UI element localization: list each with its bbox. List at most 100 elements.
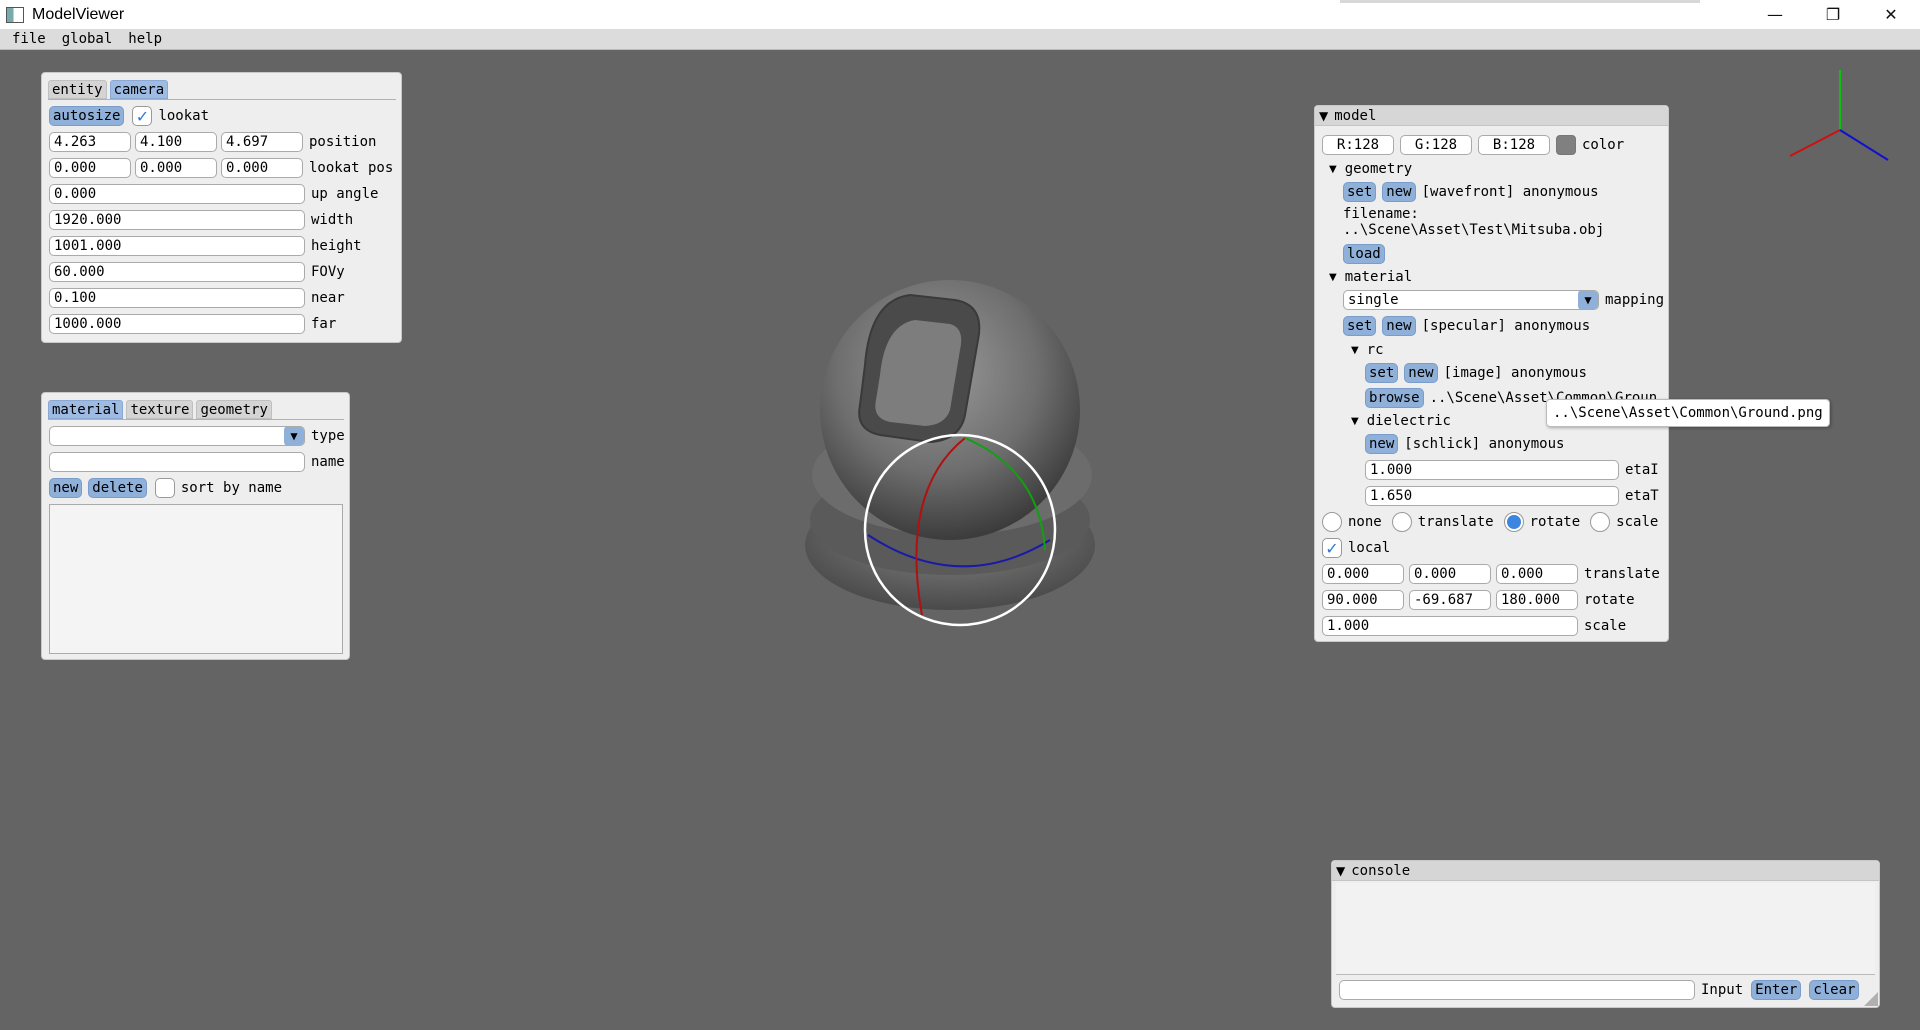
material-title[interactable]: material xyxy=(1345,269,1412,285)
geometry-set-button[interactable]: set xyxy=(1343,182,1377,202)
position-x-input[interactable]: 4.263 xyxy=(49,132,131,152)
sort-by-name-label: sort by name xyxy=(180,480,283,496)
mode-none-label: none xyxy=(1348,514,1382,530)
load-button[interactable]: load xyxy=(1343,244,1385,264)
console-input[interactable] xyxy=(1339,980,1695,1000)
height-label: height xyxy=(311,238,362,254)
console-header[interactable]: ▼ console xyxy=(1332,861,1879,881)
etaI-input[interactable]: 1.000 xyxy=(1365,460,1619,480)
app-icon xyxy=(6,6,24,23)
tab-geometry[interactable]: geometry xyxy=(196,400,272,419)
resource-panel: material texture geometry ▼ type name ne… xyxy=(41,392,350,660)
dielectric-title[interactable]: dielectric xyxy=(1367,413,1451,429)
mode-translate-label: translate xyxy=(1417,514,1494,530)
clear-button[interactable]: clear xyxy=(1809,980,1860,1000)
close-button[interactable]: ✕ xyxy=(1862,0,1920,29)
width-input[interactable]: 1920.000 xyxy=(49,210,305,230)
tab-entity[interactable]: entity xyxy=(48,80,107,99)
model-object[interactable] xyxy=(805,280,1095,610)
material-new-button[interactable]: new xyxy=(1382,316,1416,336)
type-dropdown[interactable]: ▼ xyxy=(49,426,305,446)
color-b-input[interactable]: B:128 xyxy=(1478,135,1550,155)
geometry-title[interactable]: geometry xyxy=(1345,161,1412,177)
geometry-new-button[interactable]: new xyxy=(1382,182,1416,202)
rc-title[interactable]: rc xyxy=(1367,342,1384,358)
color-swatch[interactable] xyxy=(1556,135,1576,155)
autosize-button[interactable]: autosize xyxy=(49,106,125,126)
etaT-input[interactable]: 1.650 xyxy=(1365,486,1619,506)
maximize-button[interactable]: ❐ xyxy=(1804,0,1862,29)
up-angle-input[interactable]: 0.000 xyxy=(49,184,305,204)
height-input[interactable]: 1001.000 xyxy=(49,236,305,256)
mode-none-radio[interactable] xyxy=(1322,512,1342,532)
rc-set-button[interactable]: set xyxy=(1365,363,1399,383)
menu-file[interactable]: file xyxy=(12,31,46,47)
lookat-z-input[interactable]: 0.000 xyxy=(221,158,303,178)
chevron-down-icon[interactable]: ▼ xyxy=(284,427,304,445)
color-r-input[interactable]: R:128 xyxy=(1322,135,1394,155)
console-panel: ▼ console Input Enter clear xyxy=(1331,860,1880,1008)
rotate-x-input[interactable]: 90.000 xyxy=(1322,590,1404,610)
console-title: console xyxy=(1351,862,1411,879)
sort-by-name-checkbox[interactable] xyxy=(154,478,175,498)
mode-scale-label: scale xyxy=(1616,514,1659,530)
console-input-label: Input xyxy=(1701,982,1744,998)
collapse-arrow-icon[interactable]: ▼ xyxy=(1319,109,1328,123)
mapping-label: mapping xyxy=(1605,292,1665,308)
mode-translate-radio[interactable] xyxy=(1391,512,1412,532)
tab-material[interactable]: material xyxy=(48,400,124,419)
chevron-down-icon[interactable]: ▼ xyxy=(1578,291,1598,309)
new-button[interactable]: new xyxy=(49,478,83,498)
menu-global[interactable]: global xyxy=(62,31,113,47)
delete-button[interactable]: delete xyxy=(88,478,147,498)
model-header[interactable]: ▼ model xyxy=(1315,106,1668,126)
rc-arrow-icon[interactable]: ▼ xyxy=(1351,345,1359,356)
fovy-input[interactable]: 60.000 xyxy=(49,262,305,282)
enter-button[interactable]: Enter xyxy=(1751,980,1802,1000)
rotate-y-input[interactable]: -69.687 xyxy=(1409,590,1491,610)
mode-scale-radio[interactable] xyxy=(1590,512,1611,532)
resize-grip[interactable] xyxy=(1864,992,1878,1006)
translate-x-input[interactable]: 0.000 xyxy=(1322,564,1404,584)
rc-new-button[interactable]: new xyxy=(1404,363,1438,383)
material-set-button[interactable]: set xyxy=(1343,316,1377,336)
lookat-x-input[interactable]: 0.000 xyxy=(49,158,131,178)
local-label: local xyxy=(1348,540,1391,556)
minimize-button[interactable]: — xyxy=(1746,0,1804,29)
tab-texture[interactable]: texture xyxy=(126,400,194,419)
mode-rotate-radio[interactable] xyxy=(1503,512,1524,532)
color-g-input[interactable]: G:128 xyxy=(1400,135,1472,155)
scale-input[interactable]: 1.000 xyxy=(1322,616,1578,636)
etaI-label: etaI xyxy=(1625,462,1659,478)
position-y-input[interactable]: 4.100 xyxy=(135,132,217,152)
rotate-z-input[interactable]: 180.000 xyxy=(1496,590,1578,610)
lookat-y-input[interactable]: 0.000 xyxy=(135,158,217,178)
translate-y-input[interactable]: 0.000 xyxy=(1409,564,1491,584)
mode-rotate-label: rotate xyxy=(1529,514,1581,530)
near-input[interactable]: 0.100 xyxy=(49,288,305,308)
title-bar-shadow xyxy=(1340,0,1700,3)
translate-z-input[interactable]: 0.000 xyxy=(1496,564,1578,584)
geometry-arrow-icon[interactable]: ▼ xyxy=(1329,164,1337,175)
dielectric-arrow-icon[interactable]: ▼ xyxy=(1351,416,1359,427)
position-z-input[interactable]: 4.697 xyxy=(221,132,303,152)
type-label: type xyxy=(311,428,345,444)
tab-camera[interactable]: camera xyxy=(109,80,169,99)
dielectric-new-button[interactable]: new xyxy=(1365,434,1399,454)
far-label: far xyxy=(311,316,337,332)
collapse-arrow-icon[interactable]: ▼ xyxy=(1336,864,1345,878)
model-title: model xyxy=(1334,107,1377,124)
dielectric-desc: [schlick] anonymous xyxy=(1404,436,1565,452)
lookat-checkbox[interactable]: ✓ xyxy=(132,106,153,126)
menu-help[interactable]: help xyxy=(128,31,162,47)
resource-list[interactable] xyxy=(49,504,343,654)
material-arrow-icon[interactable]: ▼ xyxy=(1329,272,1337,283)
local-checkbox[interactable]: ✓ xyxy=(1322,538,1342,558)
camera-tabbar: entity camera xyxy=(48,79,396,100)
mapping-dropdown[interactable]: single ▼ xyxy=(1343,290,1599,310)
browse-button[interactable]: browse xyxy=(1365,388,1424,408)
far-input[interactable]: 1000.000 xyxy=(49,314,305,334)
name-label: name xyxy=(311,454,345,470)
title-bar: ModelViewer — ❐ ✕ xyxy=(0,0,1920,29)
name-input[interactable] xyxy=(49,452,305,472)
